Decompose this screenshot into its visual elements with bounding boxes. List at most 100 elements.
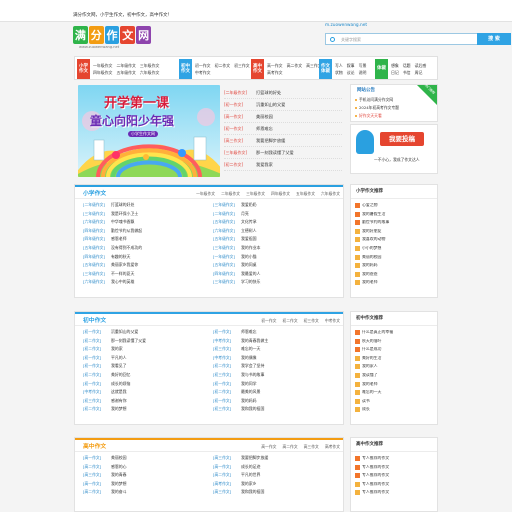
section-title[interactable]: 初中作文 — [83, 318, 106, 325]
article-category[interactable]: [一年级作文] — [213, 254, 235, 259]
article-category[interactable]: [高三作文] — [83, 472, 101, 477]
article-title[interactable]: 我的家 — [111, 347, 123, 351]
article-title[interactable]: 最美的风景 — [241, 390, 260, 394]
article-item[interactable]: [中考作文] 这就是我 — [83, 390, 211, 399]
side-item-title[interactable]: 心爱之物 — [362, 203, 378, 207]
section-tab[interactable]: 高一作文 — [261, 445, 276, 449]
article-category[interactable]: [三年级作文] — [213, 245, 235, 250]
article-title[interactable]: 我的奋斗 — [111, 490, 127, 494]
section-tab[interactable]: 初二作文 — [282, 319, 297, 323]
nav-link[interactable]: 二年级作文 — [116, 63, 135, 68]
side-item[interactable]: 美丽的校园 — [355, 254, 437, 264]
side-item-title[interactable]: 难忘的一天 — [362, 390, 381, 394]
side-item[interactable]: 秋天的落叶 — [355, 338, 437, 348]
headline-title[interactable]: 我爱我家 — [256, 162, 273, 167]
article-title[interactable]: 感恩的心 — [111, 464, 127, 469]
article-title[interactable]: 打篮球的好处 — [111, 203, 134, 207]
article-title[interactable]: 我的梦想 — [111, 481, 127, 486]
headline-title[interactable]: 美丽校园 — [256, 114, 273, 119]
side-item[interactable]: 小小的梦想 — [355, 245, 437, 255]
section-title[interactable]: 高中作文 — [83, 444, 106, 451]
notice-line[interactable]: 2024年初高考作文专题 — [355, 106, 399, 110]
article-category[interactable]: [初三作文] — [213, 372, 231, 377]
side-item-title[interactable]: 我的妈妈 — [362, 263, 378, 267]
section-title[interactable]: 小学作文 — [83, 191, 106, 198]
article-title[interactable]: 我学会了坚持 — [241, 364, 264, 368]
article-title[interactable]: 那一刻我读懂了父爱 — [111, 338, 146, 343]
article-item[interactable]: [高三作文] 我的青春 — [83, 473, 211, 482]
section-tab[interactable]: 二年级作文 — [221, 192, 240, 196]
headline-item[interactable]: [高一作文] 美丽校园 — [224, 112, 342, 123]
article-item[interactable]: [初一作文] 成长的烦恼 — [83, 381, 211, 391]
submit-button[interactable]: 我要投稿 — [380, 132, 424, 146]
article-category[interactable]: [高一作文] — [83, 455, 101, 460]
search-input[interactable]: 关键字搜索 — [325, 33, 481, 45]
article-title[interactable]: 有趣的秋天 — [111, 254, 130, 259]
headline-title[interactable]: 我要把脚步放缓 — [256, 138, 285, 143]
article-category[interactable]: [初一作文] — [83, 381, 101, 386]
article-category[interactable]: [初三作文] — [83, 398, 101, 403]
headline-title[interactable]: 打篮球的好处 — [256, 90, 281, 95]
article-item[interactable]: [六年级作文] 我心中的英雄 — [83, 280, 211, 289]
article-category[interactable]: [中考作文] — [83, 389, 101, 394]
article-category[interactable]: [初二作文] — [213, 363, 231, 368]
side-item[interactable]: 我喜欢的动物 — [355, 237, 437, 246]
article-item[interactable]: [初三作文] 难忘的一天 — [213, 347, 341, 356]
section-tab[interactable]: 一年级作文 — [196, 192, 215, 196]
side-item-title[interactable]: 我读懂了 — [362, 373, 378, 377]
side-item-title[interactable]: 秋天的落叶 — [362, 339, 381, 343]
side-item-title[interactable]: 读书 — [362, 399, 370, 403]
side-item-title[interactable]: 什么是成功 — [362, 347, 381, 351]
section-tab[interactable]: 初三作文 — [304, 319, 319, 323]
article-category[interactable]: [五年级作文] — [213, 236, 235, 241]
article-category[interactable]: [四年级作文] — [83, 236, 105, 241]
article-item[interactable]: [初二作文] 那一刻我读懂了父爱 — [83, 338, 211, 348]
article-item[interactable]: [中考作文] 我的青春我做主 — [213, 338, 341, 348]
article-item[interactable]: [初一作文] 我的妈妈 — [213, 398, 341, 408]
side-item[interactable]: 什么是真正的幸福 — [355, 330, 437, 339]
nav-link[interactable]: 四年级作文 — [93, 70, 112, 75]
side-item-title[interactable]: 小小的梦想 — [362, 246, 381, 250]
article-category[interactable]: [三年级作文] — [213, 279, 235, 284]
section-tab[interactable]: 初一作文 — [261, 319, 276, 323]
nav-link[interactable]: 高一作文 — [267, 63, 283, 68]
article-title[interactable]: 我要把脚步放缓 — [241, 456, 268, 460]
article-title[interactable]: 我的偶像 — [241, 355, 257, 360]
article-category[interactable]: [三年级作文] — [83, 211, 105, 216]
article-category[interactable]: [四年级作文] — [213, 271, 235, 276]
side-item[interactable]: 我的老师 — [355, 280, 437, 289]
site-logo[interactable]: 满分作文网 www.zuowenwang.net — [71, 24, 153, 49]
article-category[interactable]: [高考作文] — [213, 481, 231, 486]
article-title[interactable]: 我的家乡 — [241, 481, 257, 486]
headline-category[interactable]: [三年级作文] — [224, 151, 247, 155]
article-title[interactable]: 我的梦想 — [111, 407, 127, 411]
search-button[interactable]: 搜 索 — [477, 33, 511, 45]
article-item[interactable]: [初一作文] 我的同学 — [213, 381, 341, 391]
article-title[interactable]: 我心中的英雄 — [111, 280, 134, 284]
nav-link[interactable]: 状物 — [335, 70, 343, 75]
side-item[interactable]: 我读懂了 — [355, 372, 437, 382]
nav-link[interactable]: 读后感 — [415, 63, 427, 68]
article-category[interactable]: [初二作文] — [83, 338, 101, 343]
side-item[interactable]: 专人推荐的作文 — [355, 473, 437, 482]
article-category[interactable]: [高二作文] — [213, 472, 231, 477]
headline-title[interactable]: 那一刻我读懂了父爱 — [256, 150, 294, 155]
headline-item[interactable]: [三年级作文] 那一刻我读懂了父爱 — [224, 148, 342, 159]
article-item[interactable]: [初二作文] 我的梦想 — [83, 407, 211, 416]
headline-item[interactable]: [初二作文] 我爱我家 — [224, 160, 342, 171]
side-item[interactable]: 我的爸爸 — [355, 271, 437, 281]
nav-link[interactable]: 初二作文 — [215, 63, 231, 68]
article-title[interactable]: 我爱奶奶 — [241, 203, 257, 207]
section-tab[interactable]: 高三作文 — [304, 445, 319, 449]
side-item-title[interactable]: 美丽的校园 — [362, 255, 381, 259]
article-item[interactable]: [高考作文] 我的家乡 — [213, 481, 341, 491]
article-item[interactable]: [初一作文] 师恩难忘 — [213, 330, 341, 339]
article-item[interactable]: [高一作文] 成长的足迹 — [213, 464, 341, 474]
side-item-title[interactable]: 我的好朋友 — [362, 229, 381, 233]
notice-line[interactable]: 手机访问满分作文网 — [355, 98, 393, 102]
section-tab[interactable]: 高二作文 — [282, 445, 297, 449]
side-item-title[interactable]: 我的暑假生活 — [362, 212, 385, 216]
article-title[interactable]: 我的同桌 — [241, 263, 257, 267]
article-title[interactable]: 我的妈妈 — [241, 398, 257, 403]
side-item[interactable]: 美好的生活 — [355, 355, 437, 365]
